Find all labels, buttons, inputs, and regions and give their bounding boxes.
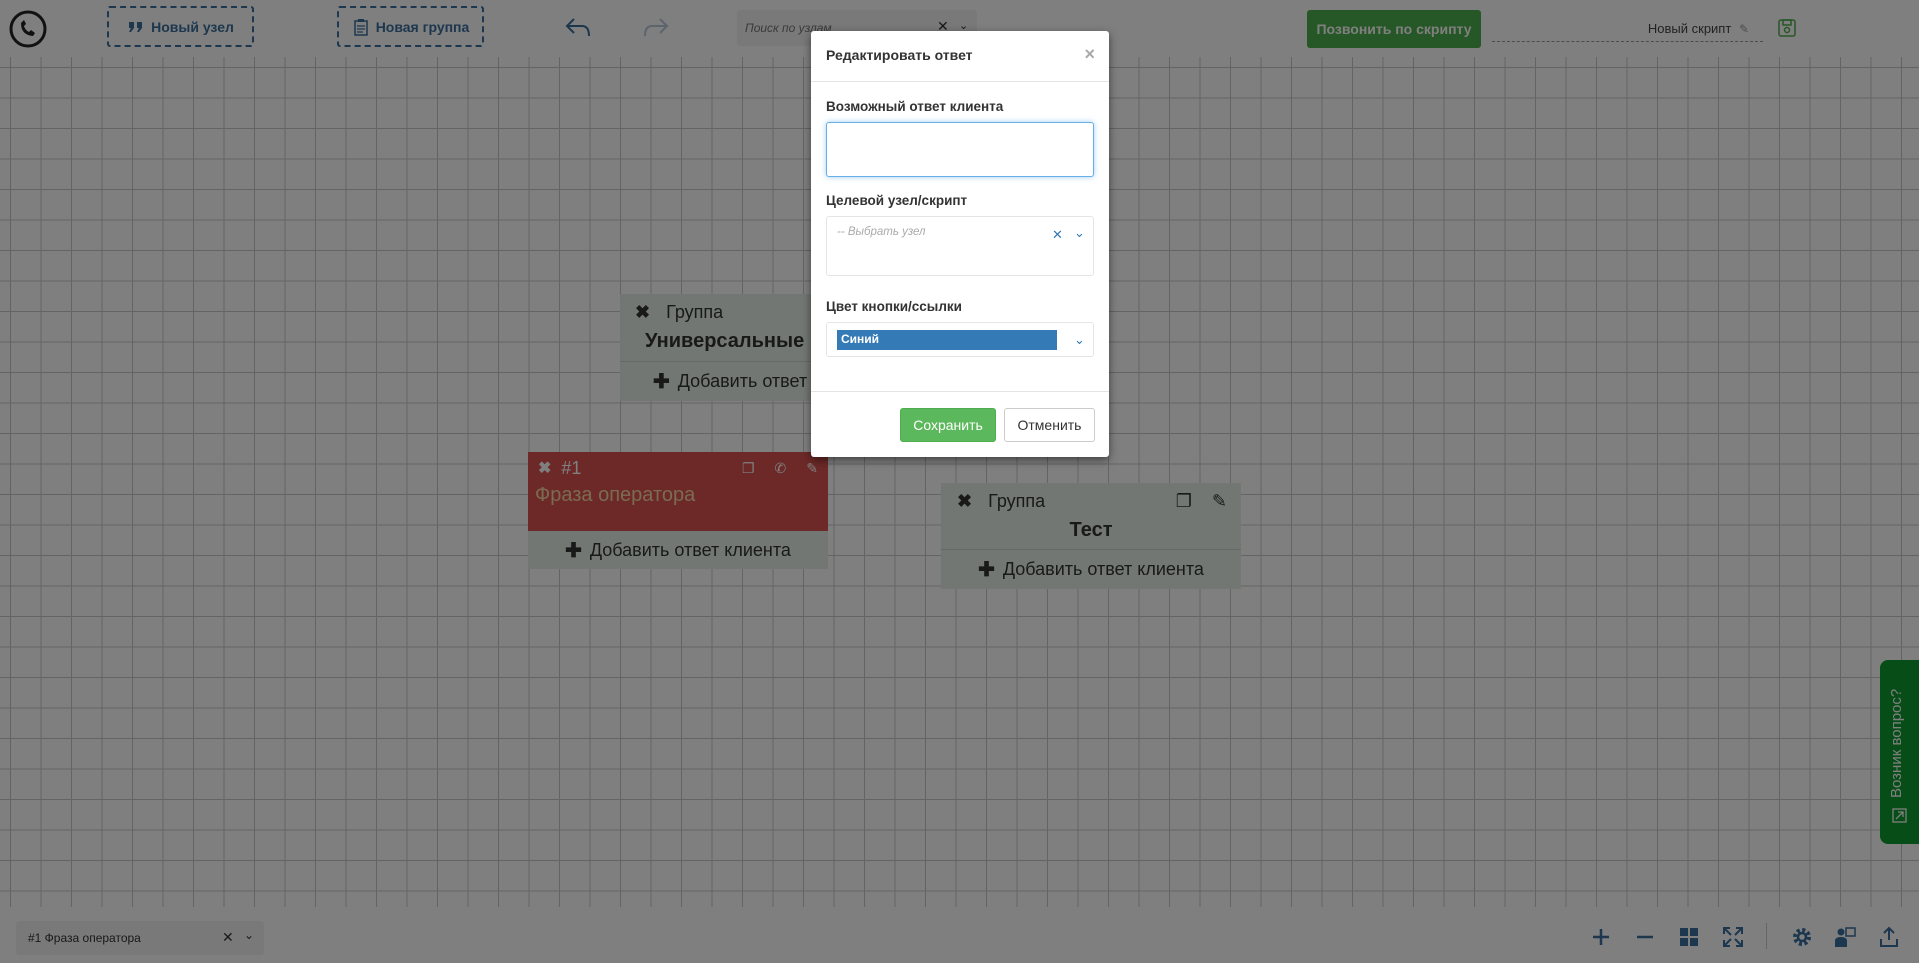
button-color-select[interactable]: Синий ⌄ [826,322,1094,357]
chevron-down-icon[interactable]: ⌄ [1074,225,1085,241]
answer-textarea[interactable] [826,122,1094,177]
edit-answer-modal: Редактировать ответ × Возможный ответ кл… [811,31,1109,457]
target-placeholder: -- Выбрать узел [837,226,926,238]
clear-icon[interactable]: ✕ [1052,227,1063,243]
selected-color-option: Синий [837,330,1057,350]
close-icon[interactable]: × [1084,44,1095,65]
cancel-button[interactable]: Отменить [1004,408,1095,442]
answer-label: Возможный ответ клиента [826,99,1004,114]
modal-title: Редактировать ответ [826,47,973,63]
color-label: Цвет кнопки/ссылки [826,299,962,314]
modal-footer: Сохранить Отменить [811,391,1109,457]
target-label: Целевой узел/скрипт [826,193,968,208]
save-button[interactable]: Сохранить [900,408,996,442]
chevron-down-icon[interactable]: ⌄ [1074,332,1085,348]
modal-header: Редактировать ответ × [811,31,1109,82]
target-node-select[interactable]: -- Выбрать узел ✕ ⌄ [826,216,1094,276]
